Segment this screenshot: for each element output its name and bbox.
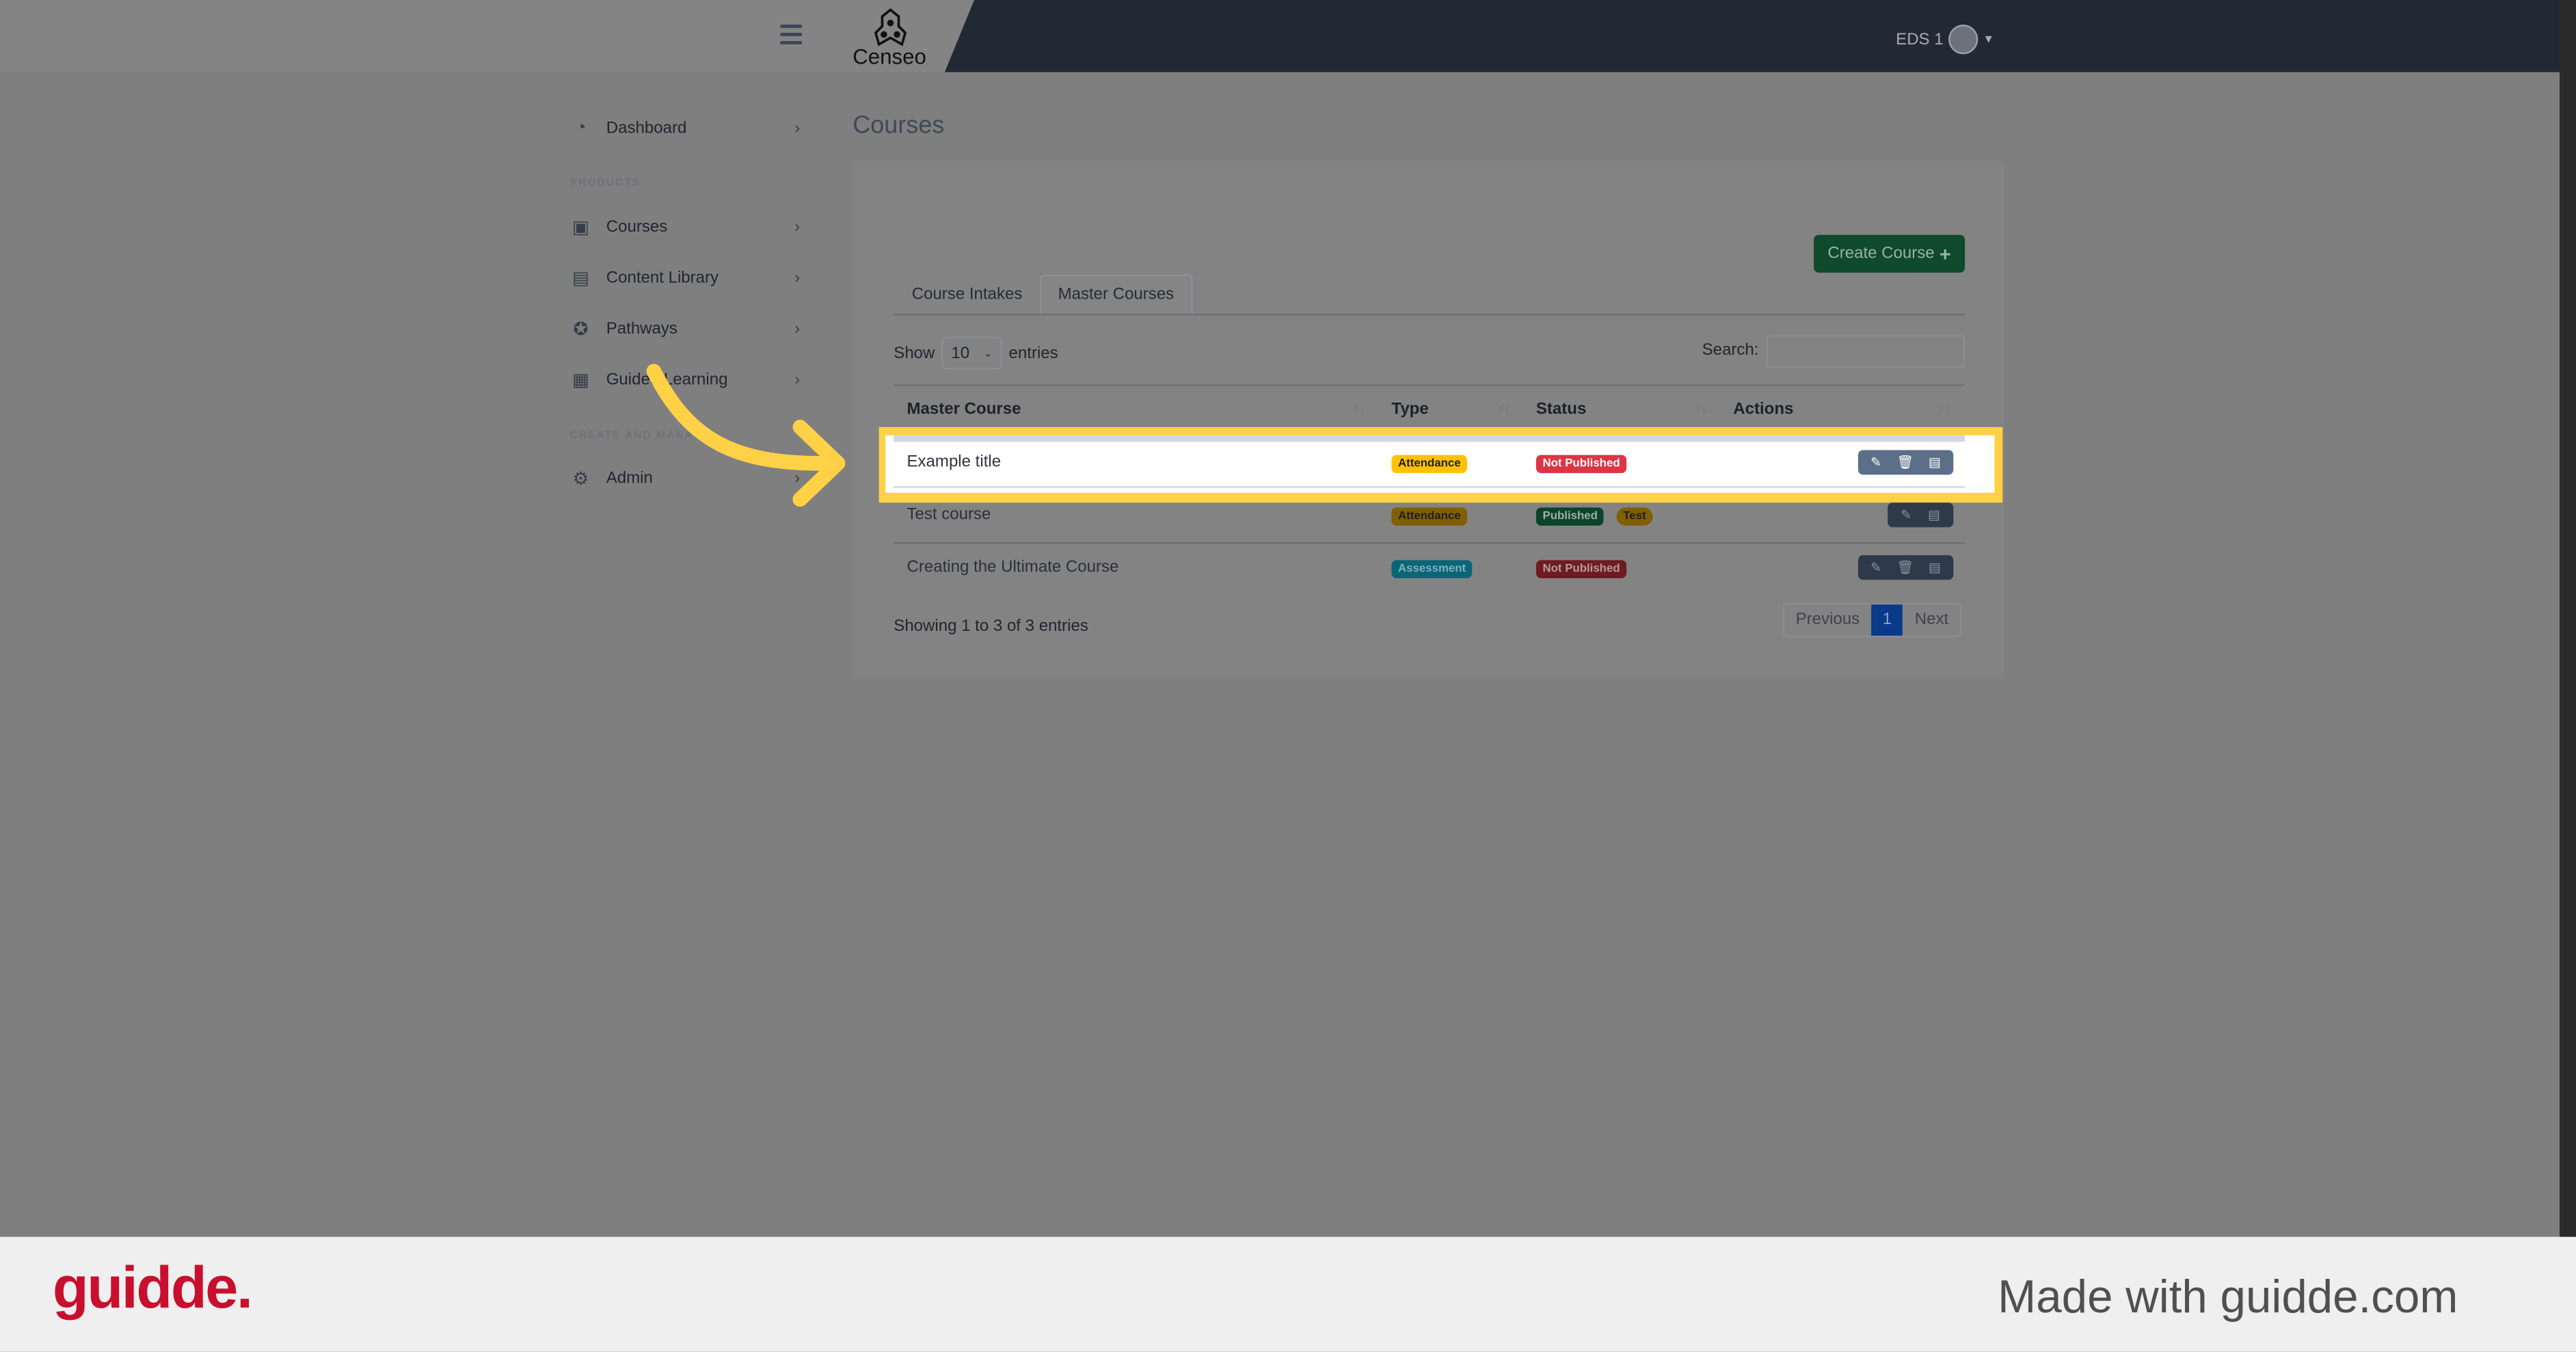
caret-down-icon: ▼: [1983, 33, 1994, 46]
row-divider: [894, 542, 1965, 544]
page-size-select[interactable]: 10 ⌄: [941, 336, 1002, 370]
create-course-label: Create Course: [1827, 245, 1935, 263]
page-title: Courses: [853, 111, 945, 140]
archive-icon[interactable]: ▤: [1928, 508, 1940, 523]
archive-icon[interactable]: ▤: [1929, 560, 1941, 575]
sidebar-item-content-library[interactable]: ▤ Content Library ›: [570, 261, 808, 294]
type-badge: Attendance: [1391, 507, 1468, 526]
chalkboard-teacher-icon: ▣: [572, 217, 589, 238]
edit-icon[interactable]: ✎: [1870, 455, 1881, 470]
scrollbar[interactable]: [2560, 0, 2576, 1237]
sidebar-item-label: Dashboard: [606, 119, 687, 137]
create-course-button[interactable]: Create Course +: [1814, 234, 1965, 273]
type-badge: Assessment: [1391, 560, 1473, 578]
tab-master-courses[interactable]: Master Courses: [1040, 274, 1192, 314]
trash-icon[interactable]: 🗑: [1896, 560, 1913, 575]
row-actions: ✎ ▤: [1888, 502, 1954, 528]
row-actions: ✎ 🗑 ▤: [1857, 450, 1954, 475]
page-1-button[interactable]: 1: [1870, 604, 1903, 636]
column-header-status[interactable]: Status: [1536, 401, 1586, 418]
book-icon: ▤: [572, 268, 589, 288]
annotation-arrow-icon: [646, 364, 846, 507]
trash-icon[interactable]: 🗑: [1896, 455, 1913, 470]
archive-icon[interactable]: ▤: [1929, 455, 1941, 470]
row-actions: ✎ 🗑 ▤: [1857, 555, 1954, 580]
censeo-logo-icon: [874, 8, 907, 46]
search-label: Search:: [1702, 341, 1759, 360]
status-badge: Published: [1535, 507, 1605, 526]
user-menu[interactable]: EDS 1 ▼: [1896, 25, 1994, 55]
chevron-right-icon: ›: [794, 268, 801, 287]
status-badge: Not Published: [1535, 455, 1627, 474]
entries-label: entries: [1008, 344, 1058, 362]
topbar-logo-area: [0, 0, 978, 72]
chevron-right-icon: ›: [794, 217, 801, 236]
page-size-control: Show 10 ⌄ entries: [894, 336, 1058, 370]
next-button[interactable]: Next: [1903, 604, 1960, 636]
made-with-text: Made with guidde.com: [1998, 1271, 2458, 1323]
sidebar-item-label: Courses: [606, 217, 668, 236]
chevron-right-icon: ›: [794, 119, 801, 137]
user-label: EDS 1: [1896, 30, 1944, 49]
chevron-down-icon: ⌄: [984, 349, 993, 360]
show-label: Show: [894, 344, 935, 362]
pagination: Previous 1 Next: [1782, 602, 1962, 638]
sidebar-item-label: Content Library: [606, 268, 719, 287]
avatar-icon: [1948, 25, 1978, 55]
tab-course-intakes[interactable]: Course Intakes: [896, 274, 1039, 314]
logo-text: Censeo: [853, 44, 926, 69]
sidebar-item-label: Pathways: [606, 319, 677, 338]
table-info: Showing 1 to 3 of 3 entries: [894, 617, 1088, 636]
sort-icon[interactable]: ↑↓: [1695, 404, 1707, 416]
status-badge-test: Test: [1616, 507, 1653, 526]
hamburger-menu-icon[interactable]: [780, 25, 802, 44]
sidebar-item-dashboard[interactable]: ◔ Dashboard ›: [570, 111, 808, 144]
course-title[interactable]: Test course: [907, 506, 991, 524]
clipboard-list-icon: ▦: [572, 370, 589, 390]
edit-icon[interactable]: ✎: [1870, 560, 1881, 575]
sort-icon[interactable]: ↑↓: [1354, 404, 1365, 416]
table-top-border: [894, 384, 1965, 386]
page-size-value: 10: [951, 344, 970, 362]
plus-icon: +: [1939, 242, 1951, 266]
sort-icon[interactable]: ↑↓: [1499, 404, 1510, 416]
previous-button[interactable]: Previous: [1784, 604, 1871, 636]
dashboard-gauge-icon: ◔: [575, 118, 587, 138]
course-title[interactable]: Creating the Ultimate Course: [907, 558, 1119, 576]
search-input[interactable]: [1766, 335, 1965, 368]
column-header-master-course[interactable]: Master Course: [907, 401, 1021, 418]
row-border: [894, 435, 1965, 442]
column-header-actions[interactable]: Actions: [1733, 401, 1793, 418]
status-badge: Not Published: [1535, 560, 1627, 578]
type-badge: Attendance: [1391, 455, 1468, 474]
chevron-right-icon: ›: [794, 319, 801, 338]
edit-icon[interactable]: ✎: [1901, 508, 1911, 523]
column-header-type[interactable]: Type: [1391, 401, 1428, 418]
gear-icon: ⚙: [572, 469, 589, 489]
sort-icon[interactable]: ↑↓: [1939, 404, 1950, 416]
course-title[interactable]: Example title: [907, 453, 1002, 471]
row-border: [894, 486, 1965, 488]
sidebar-item-pathways[interactable]: ✪ Pathways ›: [570, 312, 808, 345]
guidde-logo: guidde.: [52, 1253, 253, 1321]
topbar: [944, 0, 2560, 72]
award-icon: ✪: [573, 319, 589, 340]
tab-divider: [894, 313, 1965, 316]
section-header-products: PRODUCTS: [569, 177, 641, 189]
sidebar-item-courses[interactable]: ▣ Courses ›: [570, 211, 808, 243]
